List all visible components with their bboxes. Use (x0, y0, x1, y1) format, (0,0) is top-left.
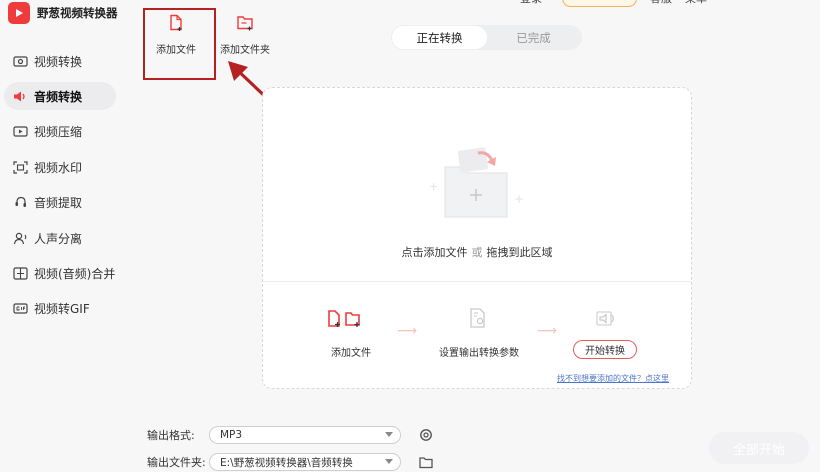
app-title: 野葱视频转换器 (37, 6, 118, 20)
login-link[interactable]: 登录 (520, 0, 542, 6)
video-compress-icon (12, 123, 28, 139)
file-drop-zone[interactable]: + + 点击添加文件或拖拽到此区域 添加文件 ⟶ 设置输出转换参数 ⟶ 开始转换… (262, 87, 692, 389)
merge-icon (12, 265, 28, 281)
tab-converting[interactable]: 正在转换 (392, 26, 487, 49)
add-folder-label: 添加文件夹 (220, 45, 270, 56)
sidebar-item-label: 视频(音频)合并 (34, 266, 116, 281)
sidebar-item-label: 视频转换 (34, 54, 83, 69)
sidebar-item-video-compress[interactable]: 视频压缩 (4, 117, 116, 145)
output-folder-value: E:\野葱视频转换器\音频转换 (220, 456, 353, 469)
output-folder-label: 输出文件夹: (147, 456, 206, 469)
sidebar-item-label: 人声分离 (34, 231, 83, 246)
sidebar-item-label: 音频提取 (34, 195, 83, 210)
step-add-file-label: 添加文件 (331, 348, 371, 359)
step-settings-icon (469, 308, 487, 331)
voice-separation-icon (12, 230, 28, 246)
drop-prompt: 点击添加文件或拖拽到此区域 (263, 244, 691, 260)
step-arrow-icon: ⟶ (397, 323, 418, 339)
brand: 野葱视频转换器 (8, 2, 118, 24)
service-link[interactable]: 客服 (650, 0, 672, 6)
tab-done[interactable]: 已完成 (486, 26, 581, 49)
output-folder-select[interactable]: E:\野葱视频转换器\音频转换 (209, 453, 401, 471)
gif-icon (12, 300, 28, 316)
output-folder-row: 输出文件夹: E:\野葱视频转换器\音频转换 (147, 453, 433, 471)
drop-prompt-or: 或 (471, 246, 483, 259)
status-tabs: 正在转换 已完成 (391, 25, 582, 50)
chevron-down-icon (385, 459, 393, 464)
step-speaker-icon (596, 310, 616, 331)
drop-prompt-part1: 点击添加文件 (401, 246, 468, 259)
folder-open-icon[interactable] (418, 454, 434, 470)
output-format-value: MP3 (220, 429, 243, 441)
sidebar-item-audio-extract[interactable]: 音频提取 (4, 188, 116, 216)
svg-text:+: + (514, 192, 524, 206)
svg-text:+: + (429, 180, 438, 193)
format-settings-icon[interactable] (418, 427, 434, 443)
start-all-button[interactable]: 全部开始 (709, 432, 809, 464)
sidebar-item-label: 音频转换 (34, 89, 83, 104)
vip-pill-button[interactable] (562, 0, 637, 7)
audio-convert-icon (12, 88, 28, 104)
annotation-highlight-box (143, 8, 216, 80)
sidebar-item-voice-separation[interactable]: 人声分离 (4, 224, 116, 252)
chevron-down-icon (385, 432, 393, 437)
folder-add-icon: + + (429, 147, 524, 218)
steps-area: 添加文件 ⟶ 设置输出转换参数 ⟶ 开始转换 找不到想要添加的文件？点这里 (263, 282, 691, 390)
drop-prompt-part2: 拖拽到此区域 (486, 246, 553, 259)
add-folder-button[interactable]: 添加文件夹 (220, 14, 270, 56)
sidebar-item-merge[interactable]: 视频(音频)合并 (4, 259, 116, 287)
sidebar-item-label: 视频压缩 (34, 124, 83, 139)
menu-link[interactable]: 菜单 (685, 0, 707, 6)
help-link[interactable]: 找不到想要添加的文件？点这里 (557, 373, 669, 384)
start-convert-button[interactable]: 开始转换 (573, 340, 637, 359)
add-folder-icon (236, 14, 254, 35)
sidebar-item-video-watermark[interactable]: 视频水印 (4, 153, 116, 181)
step-set-params-label: 设置输出转换参数 (439, 348, 519, 359)
sidebar-item-video-convert[interactable]: 视频转换 (4, 47, 116, 75)
video-watermark-icon (12, 159, 28, 175)
audio-extract-icon (12, 194, 28, 210)
sidebar-item-gif[interactable]: 视频转GIF (4, 294, 116, 322)
sidebar-item-label: 视频水印 (34, 160, 83, 175)
output-format-row: 输出格式: MP3 (147, 426, 432, 444)
sidebar: 野葱视频转换器 视频转换 音频转换 视频压缩 视频水印 音频提取 人声分离 视频… (0, 0, 125, 472)
step-add-file-icon (327, 310, 361, 331)
video-convert-icon (12, 53, 28, 69)
output-format-label: 输出格式: (147, 429, 195, 442)
step-arrow-icon: ⟶ (537, 323, 558, 339)
output-format-select[interactable]: MP3 (209, 426, 401, 444)
top-strip: 登录 客服 菜单 (520, 0, 720, 8)
app-logo-icon (8, 2, 30, 24)
sidebar-item-label: 视频转GIF (34, 301, 90, 316)
sidebar-item-audio-convert[interactable]: 音频转换 (4, 82, 116, 110)
start-all-label: 全部开始 (732, 442, 785, 458)
